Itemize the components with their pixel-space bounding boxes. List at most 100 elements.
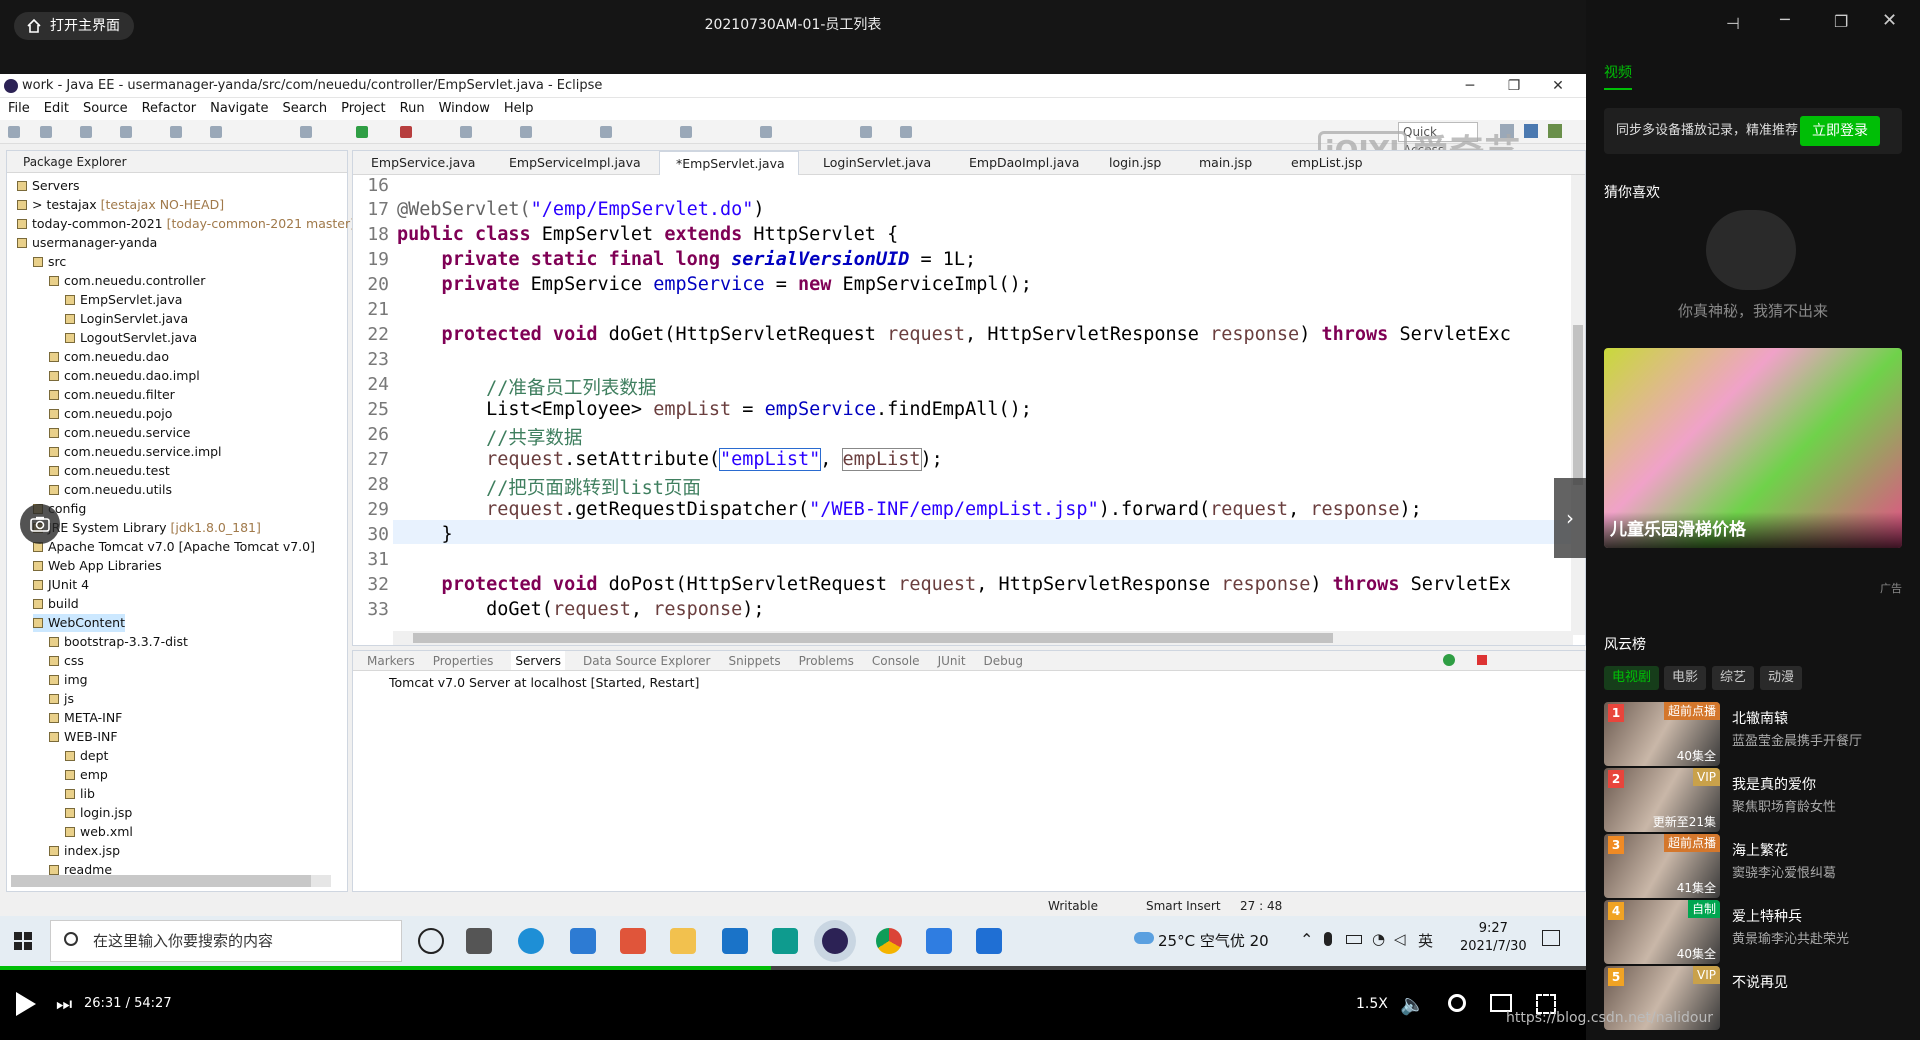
history-icon[interactable] (680, 126, 692, 138)
tree-item[interactable]: build (33, 595, 79, 613)
tree-item[interactable]: > testajax [testajax NO-HEAD] (17, 196, 224, 214)
progress-bar[interactable] (0, 966, 1586, 970)
tab-junit[interactable]: JUnit (938, 651, 966, 670)
minimize-icon[interactable]: ─ (1780, 10, 1790, 29)
tab-console[interactable]: Console (872, 651, 920, 670)
tab-emplist-jsp[interactable]: empList.jsp (1275, 151, 1363, 175)
close-icon[interactable]: ✕ (1538, 74, 1578, 98)
app-icon[interactable] (620, 928, 646, 954)
tree-item[interactable]: WebContent (33, 614, 125, 632)
tree-item[interactable]: index.jsp (49, 842, 120, 860)
tree-item[interactable]: com.neuedu.dao (49, 348, 169, 366)
search-icon[interactable] (460, 126, 472, 138)
category-movie[interactable]: 电影 (1664, 666, 1707, 690)
back-icon[interactable] (860, 126, 872, 138)
menu-source[interactable]: Source (83, 98, 128, 120)
tab-loginservlet[interactable]: LoginServlet.java (807, 151, 931, 175)
cortana-icon[interactable] (418, 928, 444, 954)
tree-item[interactable]: Web App Libraries (33, 557, 162, 575)
typora-icon[interactable] (772, 928, 798, 954)
eclipse-taskbar-icon[interactable] (822, 928, 848, 954)
ime-indicator[interactable]: 英 (1418, 930, 1433, 951)
battery-icon[interactable] (1346, 935, 1362, 944)
tree-item[interactable]: emp (65, 766, 108, 784)
tree-item[interactable]: com.neuedu.dao.impl (49, 367, 200, 385)
taskbar-search-input[interactable]: 在这里输入你要搜索的内容 (50, 920, 402, 962)
run-icon[interactable] (356, 126, 368, 138)
tab-empservlet[interactable]: *EmpServlet.java (659, 151, 799, 175)
forward-icon[interactable] (900, 126, 912, 138)
tree-item[interactable]: com.neuedu.filter (49, 386, 175, 404)
tab-video[interactable]: 视频 (1604, 62, 1632, 90)
rank-item[interactable]: 4 自制 40集全 爱上特种兵 黄景瑜李沁共赴荣光 (1604, 900, 1920, 964)
category-tv[interactable]: 电视剧 (1604, 666, 1660, 690)
tree-item[interactable]: EmpServlet.java (65, 291, 182, 309)
menu-project[interactable]: Project (341, 98, 385, 120)
category-variety[interactable]: 综艺 (1712, 666, 1755, 690)
tree-item[interactable]: lib (65, 785, 95, 803)
menu-edit[interactable]: Edit (44, 98, 69, 120)
annotation-icon[interactable] (600, 126, 612, 138)
tree-item[interactable]: WEB-INF (49, 728, 118, 746)
tab-data-source-explorer[interactable]: Data Source Explorer (583, 651, 710, 670)
edge-icon[interactable] (518, 928, 544, 954)
tree-item[interactable]: com.neuedu.service.impl (49, 443, 222, 461)
control-panel-icon[interactable] (570, 928, 596, 954)
pin-icon[interactable]: ⊣ (1726, 14, 1740, 33)
server-icon[interactable] (120, 126, 132, 138)
tree-item[interactable]: dept (65, 747, 108, 765)
tree-item[interactable]: com.neuedu.service (49, 424, 191, 442)
menu-navigate[interactable]: Navigate (210, 98, 268, 120)
save-icon[interactable] (40, 126, 52, 138)
tab-debug[interactable]: Debug (984, 651, 1023, 670)
tree-item[interactable]: com.neuedu.utils (49, 481, 172, 499)
video-frame[interactable]: work - Java EE - usermanager-yanda/src/c… (0, 74, 1586, 966)
tab-properties[interactable]: Properties (433, 651, 494, 670)
tree-hscroll[interactable] (11, 875, 331, 887)
sidebar-toggle-button[interactable]: › (1554, 478, 1586, 558)
tree-item[interactable]: usermanager-yanda (17, 234, 157, 252)
tree-item[interactable]: LoginServlet.java (65, 310, 188, 328)
skip-icon[interactable] (170, 126, 182, 138)
microphone-icon[interactable] (1324, 932, 1332, 946)
new-icon[interactable] (8, 126, 20, 138)
clock[interactable]: 9:27 2021/7/30 (1460, 920, 1527, 956)
weather-widget[interactable]: 25°C 空气优 20 (1158, 930, 1269, 951)
tab-empserviceimpl[interactable]: EmpServiceImpl.java (493, 151, 641, 175)
mail-icon[interactable] (722, 928, 748, 954)
editor-vscroll[interactable] (1571, 175, 1585, 635)
tab-problems[interactable]: Problems (799, 651, 854, 670)
tree-item[interactable]: today-common-2021 [today-common-2021 mast… (17, 215, 355, 233)
tree-item[interactable]: css (49, 652, 84, 670)
tree-item[interactable]: com.neuedu.pojo (49, 405, 172, 423)
tree-item[interactable]: JUnit 4 (33, 576, 89, 594)
rank-item[interactable]: 2 VIP 更新至21集 我是真的爱你 聚焦职场育龄女性 (1604, 768, 1920, 832)
tab-markers[interactable]: Markers (367, 651, 415, 670)
tab-empdaoimpl[interactable]: EmpDaoImpl.java (953, 151, 1079, 175)
tab-servers[interactable]: Servers (511, 651, 565, 670)
tree-item[interactable]: login.jsp (65, 804, 132, 822)
restore-icon[interactable]: ❐ (1494, 74, 1534, 98)
notification-icon[interactable] (1542, 930, 1560, 946)
play-icon[interactable] (16, 992, 36, 1016)
tab-main-jsp[interactable]: main.jsp (1183, 151, 1252, 175)
menu-refactor[interactable]: Refactor (142, 98, 197, 120)
tree-item[interactable]: com.neuedu.controller (49, 272, 205, 290)
menu-file[interactable]: File (8, 98, 30, 120)
close-icon[interactable]: ✕ (1882, 10, 1897, 31)
rank-item[interactable]: 3 超前点播 41集全 海上繁花 窦骁李沁爱恨纠葛 (1604, 834, 1920, 898)
tree-item[interactable]: JRE System Library [jdk1.8.0_181] (33, 519, 261, 537)
tab-login-jsp[interactable]: login.jsp (1093, 151, 1161, 175)
code-area[interactable]: @WebServlet("/emp/EmpServlet.do") public… (353, 175, 1573, 635)
folder-icon[interactable] (520, 126, 532, 138)
volume-icon[interactable]: 🔈 (1400, 992, 1425, 1016)
debug-icon[interactable] (400, 126, 412, 138)
rank-item[interactable]: 1 超前点播 40集全 北辙南辕 蓝盈莹金晨携手开餐厅 (1604, 702, 1920, 766)
menu-search[interactable]: Search (282, 98, 327, 120)
tree-item[interactable]: src (33, 253, 66, 271)
chrome-icon[interactable] (876, 928, 902, 954)
wifi-icon[interactable]: ◔ (1372, 930, 1385, 948)
print-icon[interactable] (80, 126, 92, 138)
step-icon[interactable] (210, 126, 222, 138)
tree-item[interactable]: META-INF (49, 709, 122, 727)
